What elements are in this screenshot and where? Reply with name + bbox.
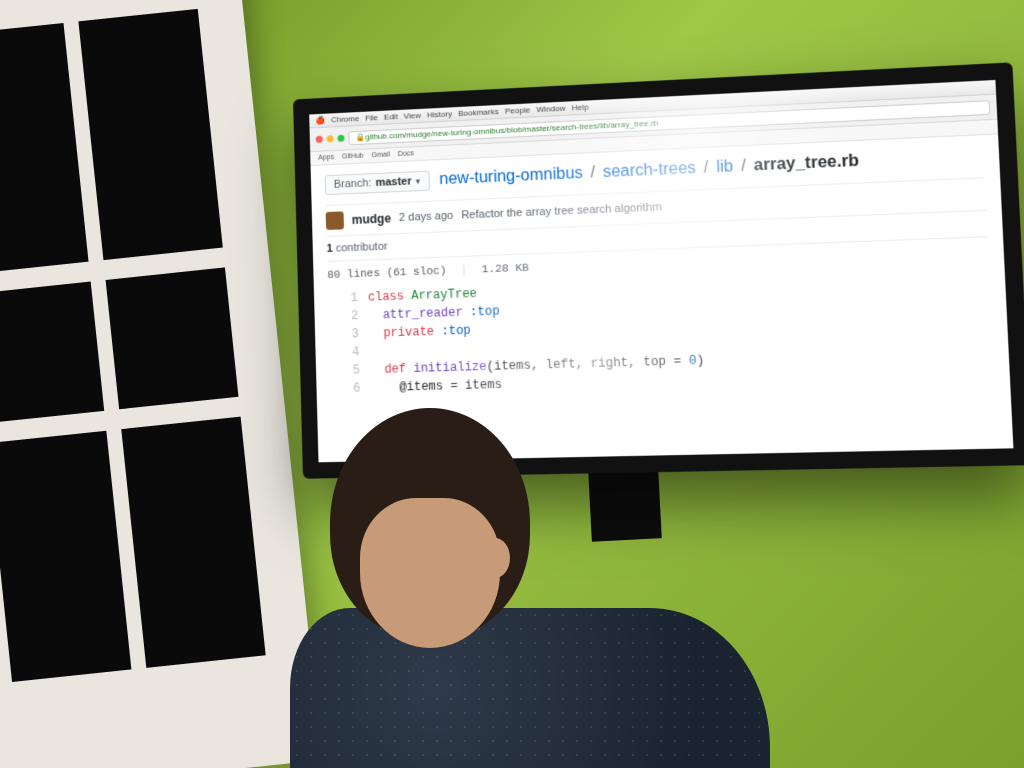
menu-item[interactable]: Bookmarks [458,107,499,118]
close-icon[interactable] [316,136,323,143]
menu-item[interactable]: People [505,105,531,115]
branch-name: master [375,175,411,189]
bookmark-item[interactable]: GitHub [342,153,364,161]
breadcrumb-repo-link[interactable]: new-turing-omnibus [439,165,583,189]
bookmark-item[interactable]: Docs [398,150,414,158]
breadcrumb-link[interactable]: lib [716,158,734,176]
minimize-icon[interactable] [327,135,334,142]
bookmark-item[interactable]: Gmail [371,151,389,159]
menu-item[interactable]: Window [536,104,566,115]
code-viewer: 1class ArrayTree2 attr_reader :top3 priv… [328,267,995,399]
line-number: 1 [328,289,358,308]
maximize-icon[interactable] [337,135,344,142]
line-number: 2 [328,307,358,326]
menu-item[interactable]: File [365,113,378,123]
menu-item[interactable]: Edit [384,112,398,122]
branch-selector-button[interactable]: Branch: master ▾ [325,171,430,196]
meta-divider: | [461,265,468,277]
breadcrumb-sep: / [741,157,746,175]
menu-item[interactable]: Chrome [331,114,359,124]
contributors-count: 1 [326,243,332,255]
room-photo: 🍎 Chrome File Edit View History Bookmark… [0,0,1024,768]
file-lines: 80 lines (61 sloc) [327,266,446,282]
menu-item[interactable]: History [427,109,452,119]
avatar[interactable] [326,211,344,230]
breadcrumb: new-turing-omnibus / search-trees / lib … [439,152,859,189]
person-foreground [210,388,770,768]
menu-item[interactable]: Help [572,102,589,112]
bookmark-item[interactable]: Apps [318,154,334,162]
line-number: 3 [329,325,359,344]
apple-icon: 🍎 [315,116,325,125]
line-number: 5 [330,361,360,380]
breadcrumb-link[interactable]: search-trees [603,160,697,181]
lock-icon: 🔒 [355,133,365,142]
commit-author-link[interactable]: mudge [352,211,392,227]
branch-label: Branch: [334,177,372,191]
breadcrumb-current-file: array_tree.rb [753,152,859,174]
chevron-down-icon: ▾ [415,176,420,187]
commit-message[interactable]: Refactor the array tree search algorithm [461,201,662,221]
breadcrumb-sep: / [590,164,595,181]
breadcrumb-sep: / [703,159,708,177]
file-size: 1.28 KB [481,263,529,277]
contributors-label: contributor [336,241,388,255]
commit-time: 2 days ago [399,210,454,224]
menu-item[interactable]: View [404,111,422,121]
line-number: 4 [329,343,359,362]
window-controls[interactable] [316,135,345,143]
